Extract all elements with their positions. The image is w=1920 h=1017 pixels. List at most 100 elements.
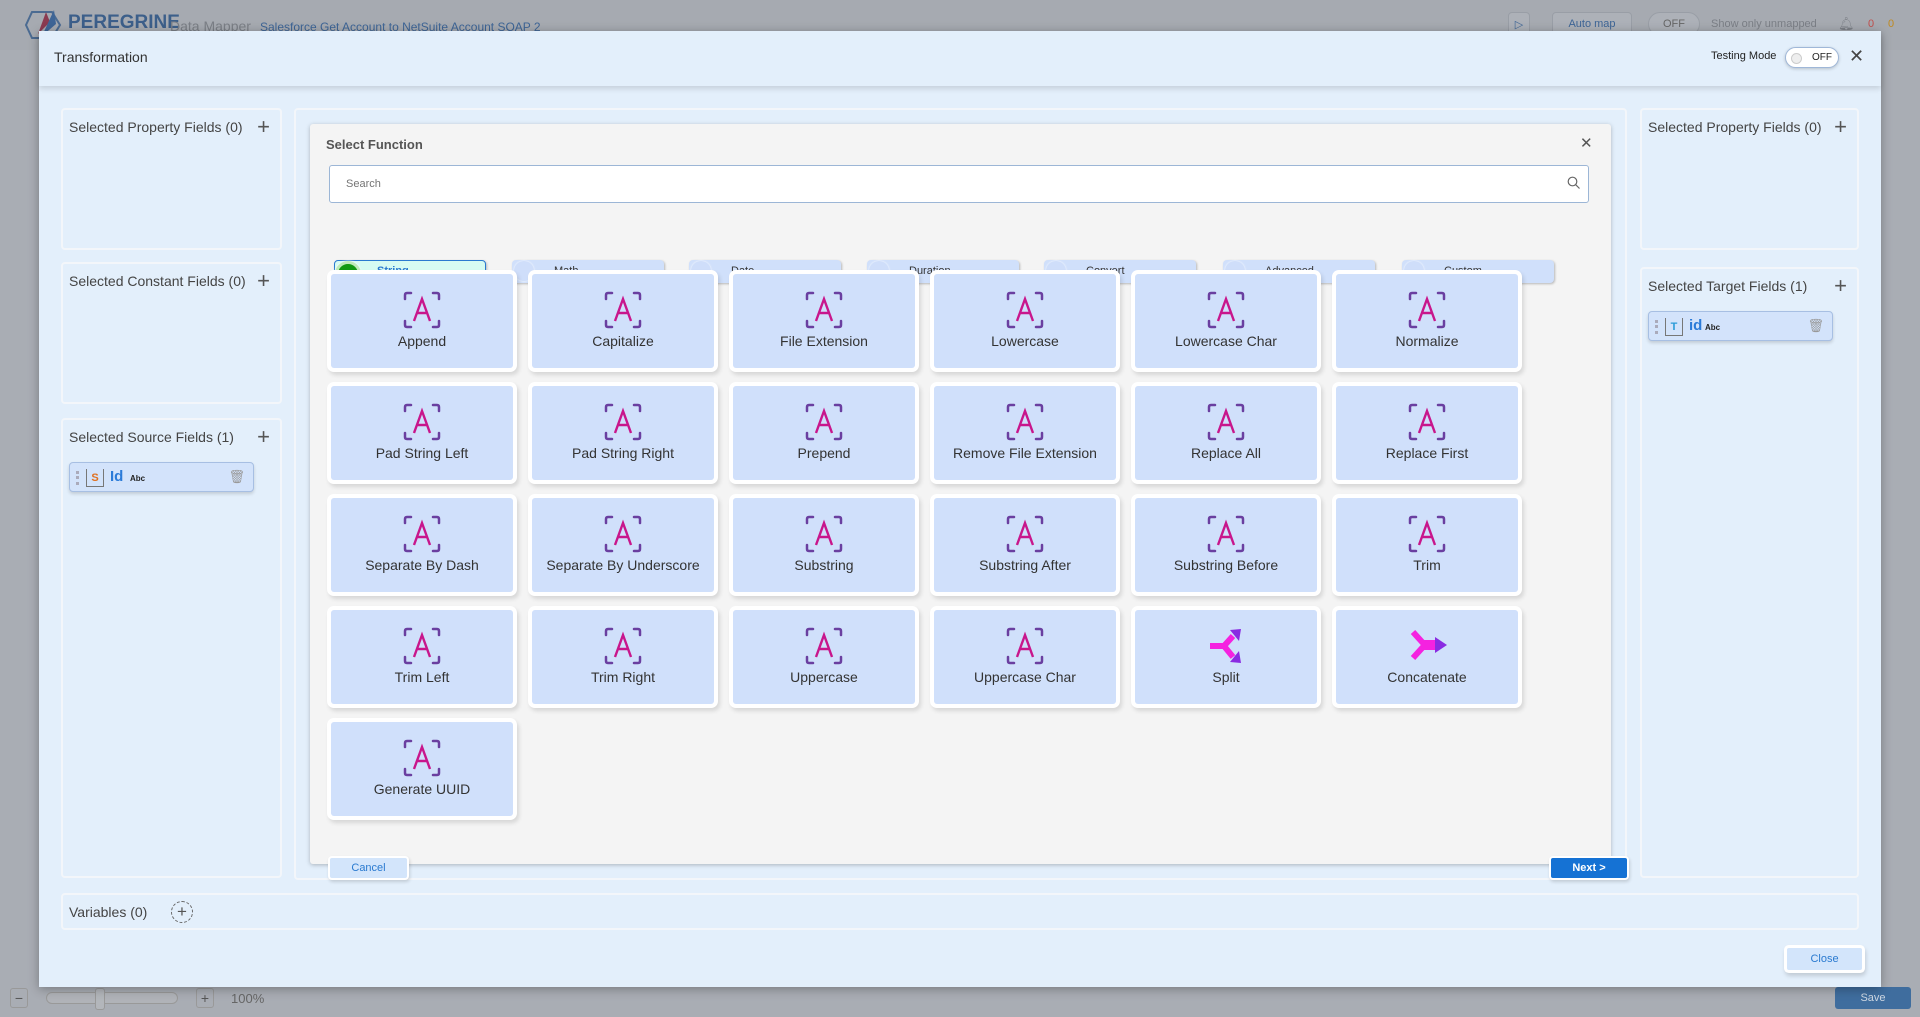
- function-card-lowercase-char[interactable]: Lowercase Char: [1135, 274, 1317, 368]
- function-label: Trim: [1413, 557, 1441, 573]
- function-card-normalize[interactable]: Normalize: [1336, 274, 1518, 368]
- text-a-icon: [805, 515, 843, 553]
- bell-icon[interactable]: 🔔︎: [1838, 16, 1855, 32]
- text-a-icon: [805, 627, 843, 665]
- function-card-pad-string-right[interactable]: Pad String Right: [532, 386, 714, 480]
- function-card-concatenate[interactable]: Concatenate: [1336, 610, 1518, 704]
- panel-title: Selected Constant Fields (0): [69, 273, 246, 289]
- select-function-dialog: Select Function ✕ StringMathDateDuration…: [310, 124, 1627, 878]
- text-a-icon: [604, 627, 642, 665]
- add-source-field-button[interactable]: +: [257, 424, 270, 450]
- search-icon[interactable]: [1567, 176, 1580, 189]
- panel-title: Selected Target Fields (1): [1648, 278, 1808, 294]
- text-a-icon: [1006, 515, 1044, 553]
- text-a-icon: [805, 403, 843, 441]
- close-button[interactable]: Close: [1787, 948, 1862, 970]
- function-card-trim[interactable]: Trim: [1336, 498, 1518, 592]
- function-card-remove-file-extension[interactable]: Remove File Extension: [934, 386, 1116, 480]
- text-a-icon: [1408, 403, 1446, 441]
- trash-icon[interactable]: 🗑︎: [228, 469, 245, 485]
- trash-icon[interactable]: 🗑︎: [1807, 318, 1824, 334]
- search-input[interactable]: [329, 165, 1589, 203]
- text-field-icon: T: [1665, 318, 1683, 336]
- add-constant-field-button[interactable]: +: [257, 268, 270, 294]
- source-field-chip[interactable]: S Id Abc 🗑︎: [69, 462, 254, 492]
- function-card-uppercase-char[interactable]: Uppercase Char: [934, 610, 1116, 704]
- text-a-icon: [1408, 291, 1446, 329]
- function-card-substring-after[interactable]: Substring After: [934, 498, 1116, 592]
- save-button[interactable]: Save: [1835, 987, 1911, 1009]
- concatenate-icon: [1410, 629, 1447, 661]
- drag-handle-icon[interactable]: [1655, 320, 1658, 334]
- field-name: id: [1689, 317, 1703, 334]
- function-card-replace-first[interactable]: Replace First: [1336, 386, 1518, 480]
- panel-title: Selected Source Fields (1): [69, 429, 234, 445]
- variables-panel: Variables (0) +: [61, 893, 1859, 930]
- function-label: Generate UUID: [373, 781, 471, 797]
- function-label: Substring Before: [1173, 557, 1279, 573]
- add-variable-button[interactable]: +: [171, 901, 193, 923]
- function-label: Lowercase Char: [1175, 333, 1277, 349]
- zoom-out-button[interactable]: −: [10, 988, 28, 1008]
- function-card-split[interactable]: Split: [1135, 610, 1317, 704]
- drag-handle-icon[interactable]: [76, 471, 79, 485]
- close-icon[interactable]: ✕: [1580, 134, 1593, 152]
- function-card-pad-string-left[interactable]: Pad String Left: [331, 386, 513, 480]
- function-label: Pad String Right: [572, 445, 674, 461]
- function-label: Replace First: [1385, 445, 1469, 461]
- function-card-uppercase[interactable]: Uppercase: [733, 610, 915, 704]
- zoom-in-button[interactable]: +: [196, 988, 214, 1008]
- target-field-chip[interactable]: T id Abc 🗑︎: [1648, 311, 1833, 341]
- function-card-substring-before[interactable]: Substring Before: [1135, 498, 1317, 592]
- function-card-substring[interactable]: Substring: [733, 498, 915, 592]
- cancel-button[interactable]: Cancel: [330, 858, 407, 878]
- function-label: Trim Right: [590, 669, 656, 685]
- left-property-fields-panel: Selected Property Fields (0) +: [61, 108, 282, 250]
- close-icon[interactable]: ✕: [1849, 46, 1864, 67]
- function-label: Substring After: [979, 557, 1071, 573]
- function-card-append[interactable]: Append: [331, 274, 513, 368]
- function-label: Replace All: [1190, 445, 1262, 461]
- zoom-slider[interactable]: [46, 992, 178, 1004]
- field-type: Abc: [130, 474, 146, 483]
- function-label: Concatenate: [1387, 669, 1467, 685]
- function-label: Pad String Left: [375, 445, 469, 461]
- unmapped-label: Show only unmapped: [1711, 18, 1817, 30]
- text-a-icon: [604, 515, 642, 553]
- function-card-separate-by-underscore[interactable]: Separate By Underscore: [532, 498, 714, 592]
- next-button[interactable]: Next >: [1551, 858, 1627, 878]
- panel-title: Selected Property Fields (0): [69, 119, 243, 135]
- text-a-icon: [1006, 403, 1044, 441]
- function-label: Substring: [794, 557, 854, 573]
- add-property-field-button[interactable]: +: [1834, 114, 1847, 140]
- testing-mode-toggle[interactable]: OFF: [1785, 47, 1839, 68]
- text-a-icon: [1207, 515, 1245, 553]
- function-card-capitalize[interactable]: Capitalize: [532, 274, 714, 368]
- text-a-icon: [1006, 291, 1044, 329]
- text-a-icon: [1006, 627, 1044, 665]
- function-label: Separate By Underscore: [546, 557, 700, 573]
- function-card-trim-left[interactable]: Trim Left: [331, 610, 513, 704]
- variables-label: Variables (0): [69, 904, 148, 920]
- function-label: Trim Left: [394, 669, 450, 685]
- function-card-generate-uuid[interactable]: Generate UUID: [331, 722, 513, 816]
- function-card-separate-by-dash[interactable]: Separate By Dash: [331, 498, 513, 592]
- function-label: Uppercase Char: [974, 669, 1076, 685]
- text-a-icon: [403, 403, 441, 441]
- right-property-fields-panel: Selected Property Fields (0) +: [1640, 108, 1859, 250]
- function-card-file-extension[interactable]: File Extension: [733, 274, 915, 368]
- function-card-lowercase[interactable]: Lowercase: [934, 274, 1116, 368]
- add-target-field-button[interactable]: +: [1834, 273, 1847, 299]
- function-card-prepend[interactable]: Prepend: [733, 386, 915, 480]
- add-property-field-button[interactable]: +: [257, 114, 270, 140]
- function-card-trim-right[interactable]: Trim Right: [532, 610, 714, 704]
- constant-fields-panel: Selected Constant Fields (0) +: [61, 262, 282, 404]
- string-field-icon: S: [86, 469, 104, 487]
- function-label: File Extension: [780, 333, 868, 349]
- text-a-icon: [805, 291, 843, 329]
- function-label: Split: [1212, 669, 1240, 685]
- warning-count: 0: [1888, 18, 1895, 30]
- function-card-replace-all[interactable]: Replace All: [1135, 386, 1317, 480]
- function-label: Normalize: [1395, 333, 1459, 349]
- zoom-slider-thumb[interactable]: [95, 988, 105, 1010]
